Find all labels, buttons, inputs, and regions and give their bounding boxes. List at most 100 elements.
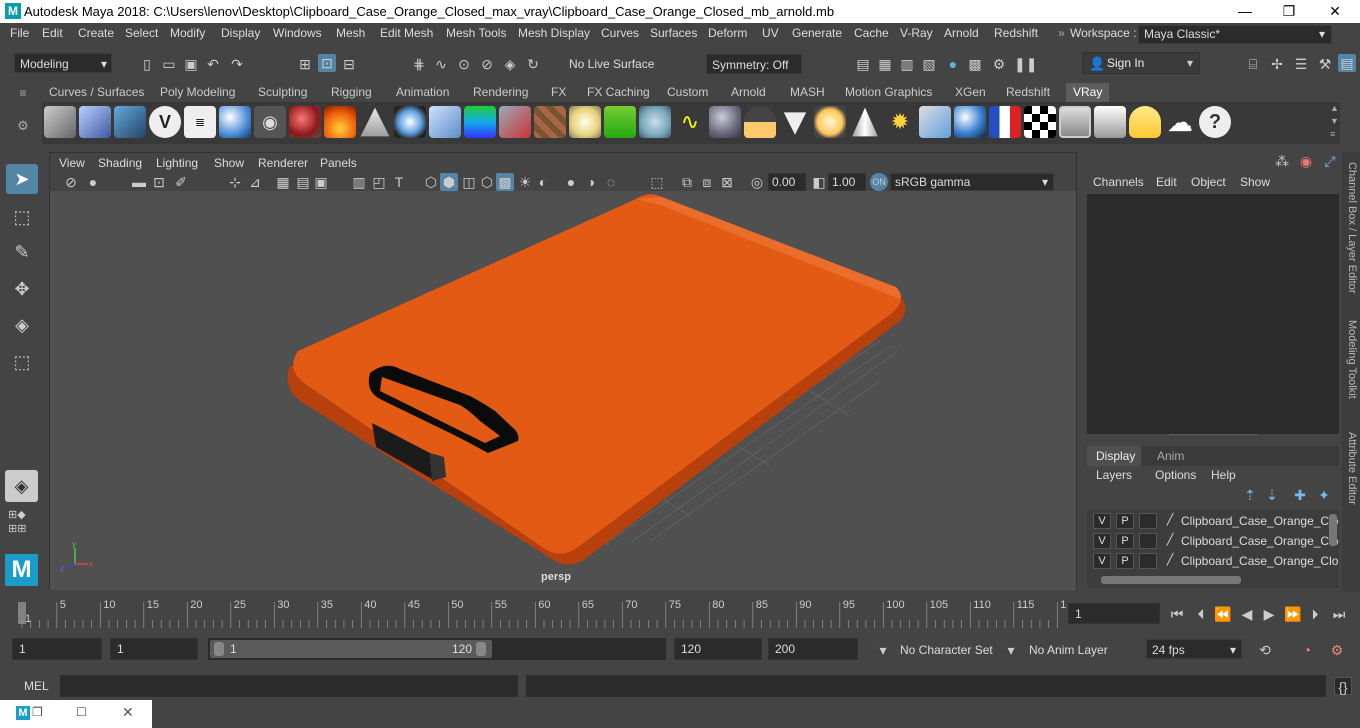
vray-displacement-icon[interactable]	[709, 106, 741, 138]
camera-attributes-icon[interactable]: ⊘	[62, 173, 80, 191]
textured-icon[interactable]: ⬡	[478, 173, 496, 191]
vray-frame-buffer-icon[interactable]	[1094, 106, 1126, 138]
grid-icon[interactable]: ▦	[274, 173, 292, 191]
time-slider[interactable]: 1 5 10 15 20 25 30 35 40 45 50 55 60 65 70 75 80 85 90 95 10…	[0, 598, 1360, 630]
vray-area-light-icon[interactable]	[744, 106, 776, 138]
snap-grid-icon[interactable]: ⋕	[410, 55, 428, 73]
menu-uv[interactable]: UV	[762, 26, 779, 40]
vray-render-icon[interactable]: ●	[944, 55, 962, 73]
ambient-occlusion-icon[interactable]: ●	[562, 173, 580, 191]
shelf-tab-xgen[interactable]: XGen	[948, 83, 993, 102]
layer-visibility-toggle[interactable]: V	[1093, 553, 1111, 569]
attribute-editor-icon[interactable]: ☰	[1292, 55, 1310, 73]
viewport-3d[interactable]: persp y x z	[50, 191, 1076, 590]
scale-tool-icon[interactable]: ⬚	[6, 347, 38, 377]
menu-display[interactable]: Display	[221, 26, 260, 40]
animation-end-field[interactable]: 200	[768, 638, 858, 660]
menu-arnold[interactable]: Arnold	[944, 26, 979, 40]
channels-object-menu[interactable]: Object	[1191, 175, 1226, 189]
menu-modify[interactable]: Modify	[170, 26, 205, 40]
vray-checker-icon[interactable]	[1024, 106, 1056, 138]
chevron-down-icon[interactable]: ▾	[874, 641, 892, 659]
restore-icon[interactable]: ❐	[32, 705, 43, 719]
shelf-tab-fx[interactable]: FX	[544, 83, 573, 102]
gate-mask-icon[interactable]: ◰	[370, 173, 388, 191]
step-forward-key-icon[interactable]: ⏩	[1284, 605, 1302, 623]
new-layer-icon[interactable]: ✚	[1291, 486, 1309, 504]
layer-list-hscroll[interactable]	[1101, 576, 1241, 584]
select-hierarchy-icon[interactable]: ⊞	[296, 55, 314, 73]
toggle-channels-icon[interactable]: ◉	[1297, 152, 1315, 170]
go-to-end-icon[interactable]: ⏭	[1330, 605, 1348, 623]
tool-settings-icon[interactable]: ⚒	[1316, 55, 1334, 73]
toggle-attribute-icon[interactable]: ⤢	[1321, 152, 1339, 170]
vray-bake-icon[interactable]	[499, 106, 531, 138]
gamma-field[interactable]: 1.00	[828, 173, 866, 191]
vray-render-elements-icon[interactable]	[1059, 106, 1091, 138]
hud-icon[interactable]: ⊠	[718, 173, 736, 191]
symmetry-dropdown[interactable]: Symmetry: Off	[706, 54, 802, 74]
tab-anim[interactable]: Anim	[1157, 446, 1184, 466]
menu-mesh-tools[interactable]: Mesh Tools	[446, 26, 506, 40]
range-end-handle[interactable]	[476, 642, 486, 656]
move-layer-down-icon[interactable]: ⇣	[1263, 486, 1281, 504]
tab-channel-box-layer-editor[interactable]: Channel Box / Layer Editor	[1346, 162, 1358, 293]
layer-display-type[interactable]	[1139, 513, 1157, 529]
auto-key-icon[interactable]: ◔	[1298, 641, 1316, 659]
safe-action-icon[interactable]: ▣	[312, 173, 330, 191]
snap-vertex-icon[interactable]: ↻	[524, 55, 542, 73]
vray-mesh-icon[interactable]	[44, 106, 76, 138]
isolate-select-icon[interactable]: ⬚	[648, 173, 666, 191]
menu-redshift[interactable]: Redshift	[994, 26, 1038, 40]
bookmark-icon[interactable]: ●	[84, 173, 102, 191]
motion-blur-icon[interactable]: ◑	[582, 173, 600, 191]
menu-windows[interactable]: Windows	[273, 26, 322, 40]
rotate-tool-icon[interactable]: ◈	[6, 310, 38, 340]
mode-dropdown[interactable]: Modeling ▾	[14, 53, 112, 73]
wireframe-icon[interactable]: ⬡	[422, 173, 440, 191]
undo-icon[interactable]: ↶	[204, 55, 222, 73]
layer-row[interactable]: V P ╱ Clipboard_Case_Orange_Clo	[1091, 532, 1338, 551]
new-scene-icon[interactable]: ▯	[138, 55, 156, 73]
menu-cache[interactable]: Cache	[854, 26, 889, 40]
vray-sphere-light-icon[interactable]	[394, 106, 426, 138]
shelf-menu-icon[interactable]: ≡	[14, 86, 32, 100]
shelf-tab-arnold[interactable]: Arnold	[724, 83, 773, 102]
menu-deform[interactable]: Deform	[708, 26, 747, 40]
vray-sun-icon[interactable]: ✹	[884, 106, 916, 138]
vray-rect-light-icon[interactable]	[919, 106, 951, 138]
shadows-icon[interactable]: ◐	[534, 173, 552, 191]
tab-attribute-editor[interactable]: Attribute Editor	[1346, 432, 1358, 505]
mel-label[interactable]: MEL	[24, 679, 49, 693]
vray-vfb-icon[interactable]: ⚙	[990, 55, 1008, 73]
viewport-menu-panels[interactable]: Panels	[320, 156, 357, 170]
layer-display-type[interactable]	[1139, 533, 1157, 549]
shelf-tab-curves-surfaces[interactable]: Curves / Surfaces	[42, 83, 151, 102]
menu-create[interactable]: Create	[78, 26, 114, 40]
vray-omni-light-icon[interactable]	[814, 106, 846, 138]
resolution-gate-icon[interactable]: ⊿	[246, 173, 264, 191]
menu-vray[interactable]: V-Ray	[900, 26, 933, 40]
shelf-tab-vray[interactable]: VRay	[1066, 83, 1110, 102]
color-management-icon[interactable]: ON	[870, 173, 888, 191]
layer-visibility-toggle[interactable]: V	[1093, 533, 1111, 549]
shelf-tab-redshift[interactable]: Redshift	[999, 83, 1057, 102]
anim-layer-dropdown[interactable]: No Anim Layer	[1029, 643, 1108, 657]
layer-playback-toggle[interactable]: P	[1116, 553, 1134, 569]
exposure-field[interactable]: 0.00	[768, 173, 806, 191]
field-chart-icon[interactable]: ▤	[294, 173, 312, 191]
character-set-dropdown[interactable]: No Character Set	[900, 643, 993, 657]
shelf-tab-fx-caching[interactable]: FX Caching	[580, 83, 657, 102]
shelf-tab-sculpting[interactable]: Sculpting	[251, 83, 314, 102]
modeling-toolkit-icon[interactable]: ⌸	[1244, 55, 1262, 73]
vray-scatter-icon[interactable]	[639, 106, 671, 138]
channels-show-menu[interactable]: Show	[1240, 175, 1270, 189]
layers-menu[interactable]: Layers	[1096, 468, 1132, 482]
menu-edit-mesh[interactable]: Edit Mesh	[380, 26, 433, 40]
sign-in-button[interactable]: 👤 Sign In ▾	[1082, 52, 1200, 74]
pause-icon[interactable]: ❚❚	[1014, 55, 1037, 73]
image-plane-icon[interactable]: ▬	[130, 173, 148, 191]
menu-mesh-display[interactable]: Mesh Display	[518, 26, 590, 40]
select-tool-icon[interactable]: ➤	[6, 164, 38, 194]
menu-edit[interactable]: Edit	[42, 26, 63, 40]
